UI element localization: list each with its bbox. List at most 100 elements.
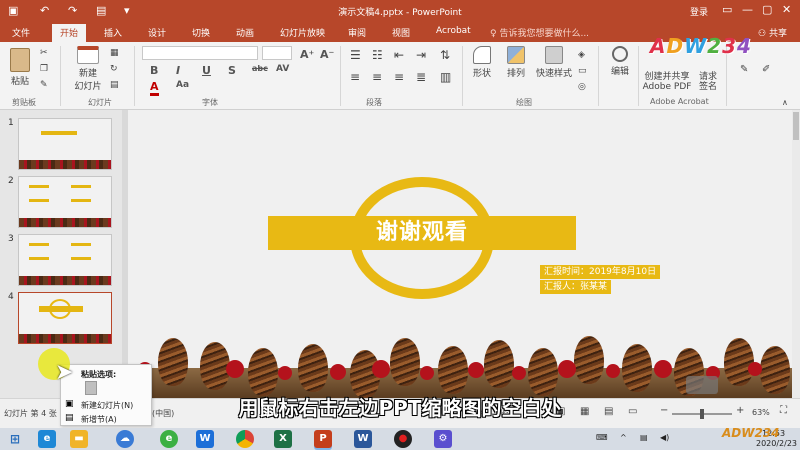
quick-styles-icon <box>545 46 563 64</box>
bullets-icon[interactable]: ☰ <box>350 48 361 62</box>
decrease-indent-icon[interactable]: ⇤ <box>394 48 404 62</box>
shapes-button[interactable]: 形状 <box>470 46 494 79</box>
grow-font-icon[interactable]: A⁺ <box>300 48 314 61</box>
pinecone-image <box>438 346 468 394</box>
format-painter-icon[interactable]: ✎ <box>40 80 48 90</box>
collapse-ribbon-icon[interactable]: ∧ <box>782 98 788 107</box>
tell-me-search[interactable]: ♀ 告诉我您想要做什么... <box>490 26 589 39</box>
justify-icon[interactable]: ≣ <box>416 70 426 84</box>
slide-thumbnail-3[interactable] <box>18 234 112 286</box>
new-slide-menu-icon: ▣ <box>65 399 74 409</box>
tab-review[interactable]: 审阅 <box>348 26 366 39</box>
login-link[interactable]: 登录 <box>690 5 708 18</box>
separator <box>134 46 135 106</box>
maximize-icon[interactable]: ▢ <box>762 3 772 16</box>
bold-button[interactable]: B <box>150 64 158 77</box>
tab-home[interactable]: 开始 <box>52 24 87 42</box>
align-center-icon[interactable]: ≡ <box>372 70 382 84</box>
section-icon[interactable]: ▤ <box>110 80 119 90</box>
chrome-icon[interactable] <box>236 430 254 448</box>
slide-title[interactable]: 谢谢观看 <box>268 216 576 250</box>
watermark-logo: ADW234 <box>650 34 752 58</box>
pinecone-image <box>528 348 558 396</box>
reporter-label[interactable]: 汇报人：张某某 <box>540 280 612 294</box>
share-button[interactable]: ⚇ 共享 <box>758 26 787 39</box>
tray-expand-icon[interactable]: ^ <box>620 433 627 442</box>
shadow-button[interactable]: S <box>228 64 236 77</box>
tab-file[interactable]: 文件 <box>12 26 30 39</box>
word-icon[interactable]: W <box>354 430 372 448</box>
recorder-icon[interactable]: ● <box>394 430 412 448</box>
slide-thumbnail-4[interactable] <box>18 292 112 344</box>
shrink-font-icon[interactable]: A⁻ <box>320 48 334 61</box>
thumb-item-bar <box>71 257 91 260</box>
tab-animations[interactable]: 动画 <box>236 26 254 39</box>
highlighter-icon[interactable]: ✐ <box>762 64 770 75</box>
report-time-label[interactable]: 汇报时间：2019年8月10日 <box>540 265 661 279</box>
minimize-icon[interactable]: — <box>742 3 753 16</box>
char-spacing-button[interactable]: AV <box>276 64 289 74</box>
pinecone-image <box>248 348 278 396</box>
settings-icon[interactable]: ⚙ <box>434 430 452 448</box>
paste-option-icon[interactable] <box>85 381 97 395</box>
slide-thumbnail-2[interactable] <box>18 176 112 228</box>
scrollbar-thumb[interactable] <box>793 112 799 140</box>
pinecone-image <box>298 344 328 392</box>
browser-e-icon[interactable]: e <box>160 430 178 448</box>
columns-icon[interactable]: ▥ <box>440 70 451 84</box>
tab-view[interactable]: 视图 <box>392 26 410 39</box>
italic-button[interactable]: I <box>176 64 180 77</box>
font-family-select[interactable] <box>142 46 258 60</box>
underline-button[interactable]: U <box>202 64 211 77</box>
create-share-pdf-button[interactable]: 创建并共享 Adobe PDF <box>642 72 692 92</box>
tab-insert[interactable]: 插入 <box>104 26 122 39</box>
close-icon[interactable]: ✕ <box>782 3 791 16</box>
file-explorer-icon[interactable]: ▬ <box>70 430 88 448</box>
request-signature-button[interactable]: 请求 签名 <box>696 72 720 92</box>
font-size-select[interactable] <box>262 46 292 60</box>
slide-thumbnail-1[interactable] <box>18 118 112 170</box>
strikethrough-button[interactable]: abc <box>252 64 268 73</box>
ribbon-display-icon[interactable]: ▭ <box>722 3 732 16</box>
menu-item-new-slide[interactable]: 新建幻灯片(N) <box>81 400 133 411</box>
copy-icon[interactable]: ❐ <box>40 64 48 74</box>
shape-fill-icon[interactable]: ◈ <box>578 50 585 60</box>
text-direction-icon[interactable]: ⇅ <box>440 48 450 62</box>
ie-browser-icon[interactable]: e <box>38 430 56 448</box>
vertical-scrollbar[interactable] <box>792 110 800 398</box>
shape-effects-icon[interactable]: ◎ <box>578 82 586 92</box>
shape-outline-icon[interactable]: ▭ <box>578 66 587 76</box>
clock-date[interactable]: 2020/2/23 <box>756 439 797 448</box>
paste-button[interactable]: 粘贴 <box>6 48 34 87</box>
tab-acrobat[interactable]: Acrobat <box>436 26 471 36</box>
wps-icon[interactable]: W <box>196 430 214 448</box>
new-slide-button[interactable]: 新建 幻灯片 <box>70 46 106 92</box>
increase-indent-icon[interactable]: ⇥ <box>416 48 426 62</box>
reset-icon[interactable]: ↻ <box>110 64 118 74</box>
shapes-icon <box>473 46 491 64</box>
arrange-button[interactable]: 排列 <box>504 46 528 79</box>
quick-styles-button[interactable]: 快速样式 <box>536 46 572 79</box>
excel-icon[interactable]: X <box>274 430 292 448</box>
tab-slideshow[interactable]: 幻灯片放映 <box>280 26 325 39</box>
align-right-icon[interactable]: ≡ <box>394 70 404 84</box>
pen-icon[interactable]: ✎ <box>740 64 748 75</box>
change-case-button[interactable]: Aa <box>176 80 189 90</box>
edit-button[interactable]: 编辑 <box>606 46 634 77</box>
align-left-icon[interactable]: ≡ <box>350 70 360 84</box>
powerpoint-icon[interactable]: P <box>314 430 332 448</box>
keyboard-icon[interactable]: ⌨ <box>596 433 608 442</box>
font-color-button[interactable]: A <box>150 80 159 96</box>
menu-item-new-section[interactable]: 新增节(A) <box>81 414 117 425</box>
windows-start-icon[interactable]: ⊞ <box>6 430 24 448</box>
layout-icon[interactable]: ▦ <box>110 48 119 58</box>
tab-design[interactable]: 设计 <box>148 26 166 39</box>
cloud-app-icon[interactable]: ☁ <box>116 430 134 448</box>
current-slide[interactable]: 谢谢观看 汇报时间：2019年8月10日 汇报人：张某某 <box>128 110 794 398</box>
slide-number: 1 <box>8 118 14 128</box>
cut-icon[interactable]: ✂ <box>40 48 48 58</box>
numbering-icon[interactable]: ☷ <box>372 48 383 62</box>
tab-transitions[interactable]: 切换 <box>192 26 210 39</box>
network-icon[interactable]: ▤ <box>640 433 648 442</box>
volume-icon[interactable]: ◀) <box>660 433 669 442</box>
